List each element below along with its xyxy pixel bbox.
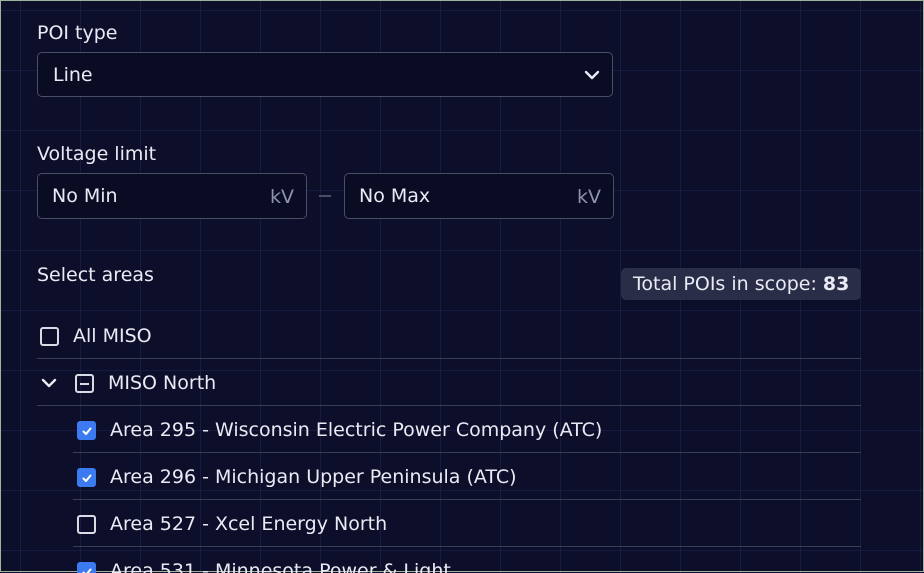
area-row[interactable]: Area 527 - Xcel Energy North bbox=[73, 500, 861, 547]
area-296-label: Area 296 - Michigan Upper Peninsula (ATC… bbox=[110, 466, 517, 488]
voltage-min-input[interactable] bbox=[52, 183, 242, 209]
select-areas-label: Select areas bbox=[37, 264, 154, 286]
all-miso-label: All MISO bbox=[73, 325, 152, 347]
scope-count-value: 83 bbox=[822, 273, 850, 295]
poi-type-value: Line bbox=[53, 64, 93, 86]
area-527-checkbox[interactable] bbox=[77, 515, 96, 534]
chevron-down-icon[interactable] bbox=[41, 376, 57, 390]
poi-type-select[interactable]: Line bbox=[37, 52, 613, 97]
area-531-checkbox[interactable] bbox=[77, 562, 96, 573]
area-row[interactable]: Area 296 - Michigan Upper Peninsula (ATC… bbox=[73, 453, 861, 500]
area-295-label: Area 295 - Wisconsin Electric Power Comp… bbox=[110, 419, 603, 441]
scope-count-label: Total POIs in scope: bbox=[633, 273, 817, 295]
area-row[interactable]: Area 531 - Minnesota Power & Light bbox=[73, 547, 861, 573]
area-295-checkbox[interactable] bbox=[77, 421, 96, 440]
check-icon bbox=[82, 474, 92, 482]
range-separator bbox=[319, 195, 331, 197]
voltage-max-field[interactable]: kV bbox=[344, 173, 614, 219]
miso-north-checkbox[interactable] bbox=[75, 374, 94, 393]
chevron-down-icon bbox=[584, 70, 600, 80]
voltage-max-input[interactable] bbox=[359, 183, 549, 209]
voltage-max-unit: kV bbox=[576, 186, 601, 208]
area-527-label: Area 527 - Xcel Energy North bbox=[110, 513, 388, 535]
area-group-miso-north[interactable]: MISO North bbox=[37, 359, 861, 406]
check-icon bbox=[82, 427, 92, 435]
area-531-label: Area 531 - Minnesota Power & Light bbox=[110, 560, 451, 573]
voltage-limit-label: Voltage limit bbox=[37, 143, 157, 165]
poi-type-label: POI type bbox=[37, 22, 118, 44]
all-miso-checkbox[interactable] bbox=[40, 327, 59, 346]
voltage-min-unit: kV bbox=[269, 186, 294, 208]
voltage-min-field[interactable]: kV bbox=[37, 173, 307, 219]
area-row[interactable]: Area 295 - Wisconsin Electric Power Comp… bbox=[73, 406, 861, 453]
area-296-checkbox[interactable] bbox=[77, 468, 96, 487]
area-row-all[interactable]: All MISO bbox=[37, 312, 861, 359]
miso-north-label: MISO North bbox=[108, 372, 217, 394]
scope-count-badge: Total POIs in scope: 83 bbox=[621, 268, 862, 300]
check-icon bbox=[82, 568, 92, 573]
